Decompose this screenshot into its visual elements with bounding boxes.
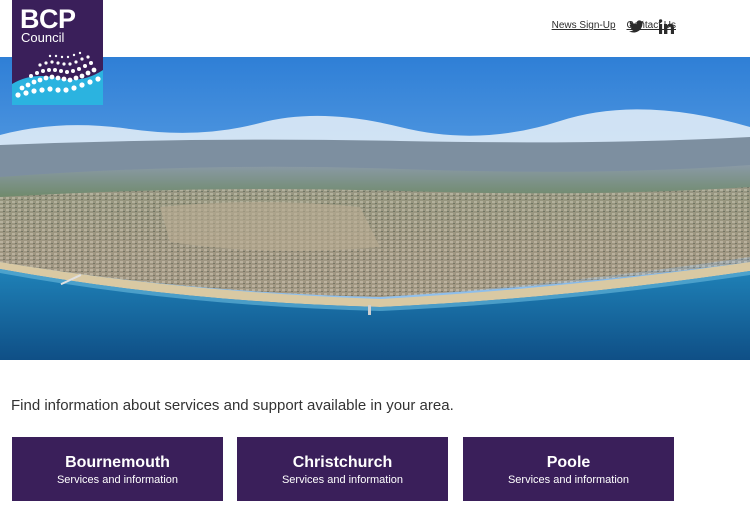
linkedin-icon[interactable]	[657, 17, 675, 35]
area-card-title: Christchurch	[292, 454, 393, 471]
area-card-title: Bournemouth	[65, 454, 170, 471]
area-card-poole[interactable]: Poole Services and information	[463, 437, 674, 501]
area-card-subtitle: Services and information	[281, 474, 404, 486]
intro-text: Find information about services and supp…	[11, 397, 454, 414]
area-card-subtitle: Services and information	[507, 474, 630, 486]
bcp-council-logo[interactable]: BCP Council	[12, 0, 103, 105]
site-header: BCP Council News Sign-Up Contact Us	[0, 0, 750, 105]
logo-text-council: Council	[21, 30, 65, 45]
twitter-icon[interactable]	[627, 17, 645, 35]
area-card-subtitle: Services and information	[56, 474, 179, 486]
area-card-christchurch[interactable]: Christchurch Services and information	[237, 437, 448, 501]
hero-aerial-coastline-image	[0, 57, 750, 360]
area-card-title: Poole	[546, 454, 591, 471]
news-signup-link[interactable]: News Sign-Up	[552, 20, 616, 31]
area-card-bournemouth[interactable]: Bournemouth Services and information	[12, 437, 223, 501]
